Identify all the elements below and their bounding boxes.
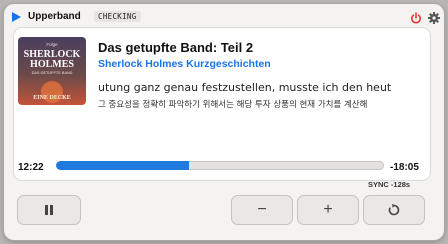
app-play-icon (12, 12, 21, 22)
pause-button[interactable] (18, 196, 80, 224)
sync-offset: SYNC -128s (368, 180, 411, 189)
episode-title: Das getupfte Band: Teil 2 (98, 40, 254, 55)
title-bar: Upperband CHECKING (4, 4, 444, 30)
plus-icon: + (323, 201, 333, 218)
transcript-line-secondary: 그 중요성을 정확히 파악하기 위해서는 해당 투자 상품의 현재 가치를 계산… (98, 100, 368, 110)
volume-up-button[interactable]: + (298, 196, 358, 224)
cover-series-tag: Folge (46, 42, 58, 47)
replay-button[interactable] (364, 196, 424, 224)
repeat-icon (388, 203, 400, 216)
cover-title-line2: HOLMES (30, 59, 74, 70)
volume-down-button[interactable]: − (232, 196, 292, 224)
transcript-line-primary: utung ganz genau festzustellen, musste i… (98, 81, 392, 94)
episode-cover-art: Folge SHERLOCK HOLMES DAS GETUPFTE BAND … (18, 37, 86, 105)
minus-icon: − (257, 201, 267, 218)
progress-bar[interactable] (56, 161, 384, 170)
cover-subtitle: DAS GETUPFTE BAND (32, 71, 73, 75)
status-badge: CHECKING (94, 11, 141, 22)
gear-icon[interactable] (428, 12, 440, 24)
cover-episode-name: EINE DECKE (33, 95, 71, 101)
progress-fill (56, 161, 190, 170)
show-title[interactable]: Sherlock Holmes Kurzgeschichten (98, 58, 271, 70)
remaining-time: -18:05 (390, 162, 419, 173)
app-name: Upperband (28, 11, 81, 22)
power-icon[interactable] (410, 12, 422, 24)
pause-icon (45, 205, 53, 215)
elapsed-time: 12:22 (18, 162, 44, 173)
